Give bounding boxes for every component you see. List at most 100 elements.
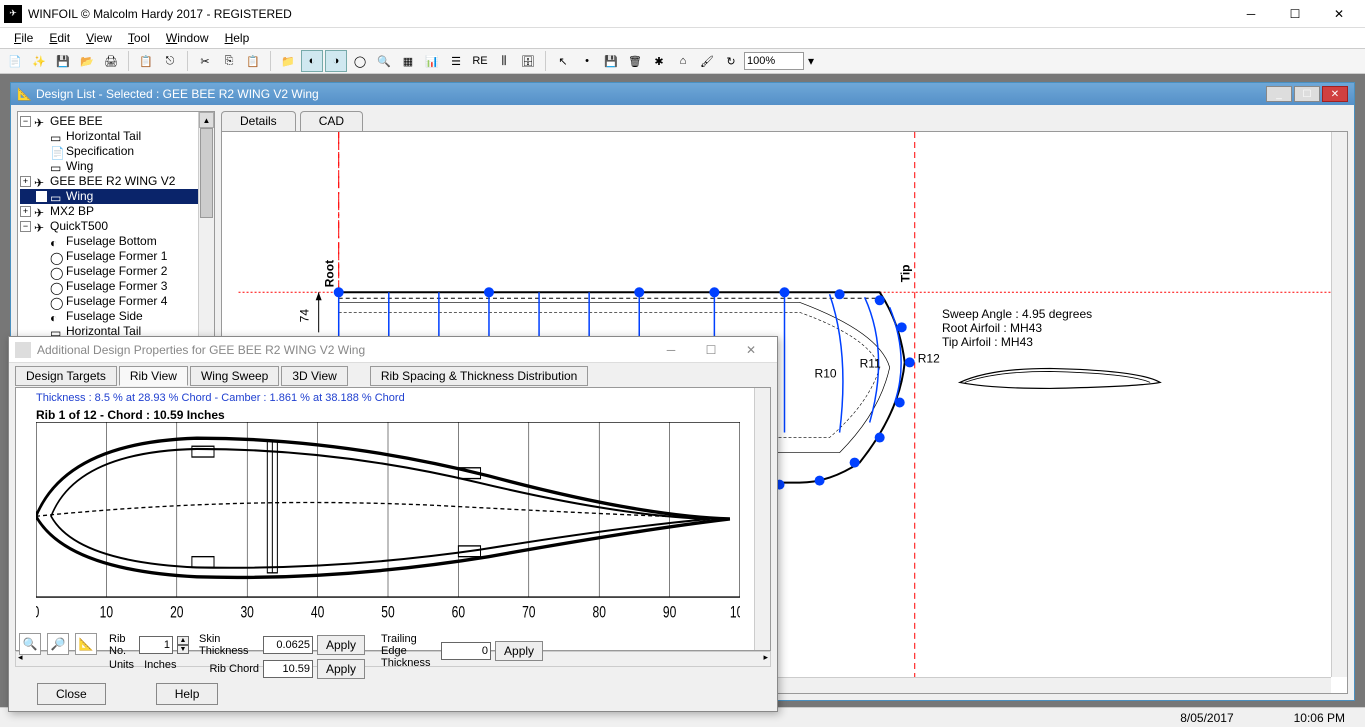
- units-value: Inches: [144, 659, 176, 671]
- te-thickness-input[interactable]: [441, 642, 491, 660]
- menu-tool[interactable]: Tool: [122, 29, 156, 47]
- tree-item[interactable]: GEE BEE: [50, 114, 103, 129]
- tb-point-icon[interactable]: •: [576, 50, 598, 72]
- close-button[interactable]: ✕: [1317, 0, 1361, 28]
- tb-save-icon[interactable]: 💾: [52, 50, 74, 72]
- tree-item[interactable]: Horizontal Tail: [66, 129, 141, 144]
- rib-chart: 01020 304050 607080 90100: [36, 422, 740, 624]
- menu-view[interactable]: View: [80, 29, 118, 47]
- tb-exit-icon[interactable]: ⎋: [159, 50, 181, 72]
- apply-skin-button[interactable]: Apply: [317, 635, 365, 655]
- plane-icon: ✈: [34, 206, 48, 218]
- tb-wizard-icon[interactable]: ✨: [28, 50, 50, 72]
- tree-item[interactable]: GEE BEE R2 WING V2: [50, 174, 175, 189]
- scroll-up-icon[interactable]: ▲: [199, 112, 214, 128]
- tab-design-targets[interactable]: Design Targets: [15, 366, 117, 386]
- tb-list-icon[interactable]: ☰: [445, 50, 467, 72]
- tb-cut-icon[interactable]: ✂: [194, 50, 216, 72]
- tb-brush-icon[interactable]: 🖌: [696, 50, 718, 72]
- tree-item[interactable]: Fuselage Former 2: [66, 264, 167, 279]
- tree-item[interactable]: Specification: [66, 144, 134, 159]
- svg-text:90: 90: [663, 604, 676, 622]
- child-minimize-button[interactable]: _: [1266, 86, 1292, 102]
- apply-te-button[interactable]: Apply: [495, 641, 543, 661]
- app-title: WINFOIL © Malcolm Hardy 2017 - REGISTERE…: [28, 7, 1229, 21]
- tb-tail-icon[interactable]: ◑: [325, 50, 347, 72]
- tab-rib-spacing[interactable]: Rib Spacing & Thickness Distribution: [370, 366, 589, 386]
- maximize-button[interactable]: ☐: [1273, 0, 1317, 28]
- tree-item[interactable]: QuickT500: [50, 219, 108, 234]
- plane-icon: ✈: [34, 176, 48, 188]
- thickness-camber-info: Thickness : 8.5 % at 28.93 % Chord - Cam…: [16, 388, 770, 408]
- tb-copy-icon[interactable]: ⎘: [218, 50, 240, 72]
- child-maximize-button[interactable]: ☐: [1294, 86, 1320, 102]
- tree-item[interactable]: Fuselage Bottom: [66, 234, 157, 249]
- tb-print-icon[interactable]: 🖨: [100, 50, 122, 72]
- tb-refresh-icon[interactable]: ↻: [720, 50, 742, 72]
- tab-wing-sweep[interactable]: Wing Sweep: [190, 366, 279, 386]
- dialog-maximize-button[interactable]: ☐: [691, 338, 731, 362]
- tb-grid-icon[interactable]: ▦: [397, 50, 419, 72]
- zoom-in-icon[interactable]: 🔍: [19, 633, 41, 655]
- tb-db-icon[interactable]: 🗄: [517, 50, 539, 72]
- tb-open-icon[interactable]: 📂: [76, 50, 98, 72]
- tb-trash-icon[interactable]: 🗑: [624, 50, 646, 72]
- design-window-title: Design List - Selected : GEE BEE R2 WING…: [36, 87, 1266, 101]
- tab-cad[interactable]: CAD: [300, 111, 363, 131]
- close-button[interactable]: Close: [37, 683, 106, 705]
- tree-item[interactable]: Fuselage Former 3: [66, 279, 167, 294]
- tree-item[interactable]: MX2 BP: [50, 204, 94, 219]
- menu-window[interactable]: Window: [160, 29, 215, 47]
- tb-re-icon[interactable]: RE: [469, 50, 491, 72]
- skin-thickness-input[interactable]: [263, 636, 313, 654]
- tab-rib-view[interactable]: Rib View: [119, 366, 188, 386]
- tab-3d-view[interactable]: 3D View: [281, 366, 347, 386]
- tb-new-icon[interactable]: 📄: [4, 50, 26, 72]
- view-tabs: Details CAD: [221, 111, 1348, 131]
- tb-paste-icon[interactable]: 📋: [242, 50, 264, 72]
- tb-props-icon[interactable]: 📋: [135, 50, 157, 72]
- tb-folder-icon[interactable]: 📁: [277, 50, 299, 72]
- former-icon: ◯: [50, 281, 64, 293]
- rib-spin-down-icon[interactable]: ▼: [177, 645, 189, 654]
- apply-chord-button[interactable]: Apply: [317, 659, 365, 679]
- menu-edit[interactable]: Edit: [43, 29, 76, 47]
- tb-pointer-icon[interactable]: ↖: [552, 50, 574, 72]
- dialog-minimize-button[interactable]: ─: [651, 338, 691, 362]
- cad-vscrollbar[interactable]: [1331, 132, 1347, 677]
- rib-no-input[interactable]: [139, 636, 173, 654]
- tb-home-icon[interactable]: ⌂: [672, 50, 694, 72]
- dialog-icon: [15, 342, 31, 358]
- help-button[interactable]: Help: [156, 683, 219, 705]
- tb-disk-icon[interactable]: 💾: [600, 50, 622, 72]
- menu-help[interactable]: Help: [219, 29, 256, 47]
- tree-item-selected[interactable]: Wing: [66, 189, 93, 204]
- tree-item[interactable]: Wing: [66, 159, 93, 174]
- tb-bars-icon[interactable]: ⫼: [493, 50, 515, 72]
- measure-icon[interactable]: 📐: [75, 633, 97, 655]
- props-vscrollbar[interactable]: [754, 388, 770, 650]
- rib-spin-up-icon[interactable]: ▲: [177, 636, 189, 645]
- tb-cog-icon[interactable]: ✱: [648, 50, 670, 72]
- rib-chord-input[interactable]: [263, 660, 313, 678]
- zoom-input[interactable]: [744, 52, 804, 70]
- tb-zoom-icon[interactable]: 🔍: [373, 50, 395, 72]
- tree-item[interactable]: Fuselage Side: [66, 309, 143, 324]
- tb-chart-icon[interactable]: 📊: [421, 50, 443, 72]
- tab-details[interactable]: Details: [221, 111, 296, 131]
- scroll-thumb[interactable]: [200, 128, 213, 218]
- tree-item[interactable]: Fuselage Former 4: [66, 294, 167, 309]
- tree-item[interactable]: Fuselage Former 1: [66, 249, 167, 264]
- svg-text:74: 74: [298, 309, 312, 323]
- menu-file[interactable]: File: [8, 29, 39, 47]
- dialog-close-button[interactable]: ✕: [731, 338, 771, 362]
- child-close-button[interactable]: ✕: [1322, 86, 1348, 102]
- spec-icon: 📄: [50, 146, 64, 158]
- tb-fuse-icon[interactable]: ◯: [349, 50, 371, 72]
- zoom-out-icon[interactable]: 🔎: [47, 633, 69, 655]
- design-window-titlebar[interactable]: 📐 Design List - Selected : GEE BEE R2 WI…: [11, 83, 1354, 105]
- properties-titlebar[interactable]: Additional Design Properties for GEE BEE…: [9, 337, 777, 363]
- minimize-button[interactable]: ─: [1229, 0, 1273, 28]
- zoom-dropdown-icon[interactable]: ▾: [808, 54, 814, 68]
- tb-wing-icon[interactable]: ◐: [301, 50, 323, 72]
